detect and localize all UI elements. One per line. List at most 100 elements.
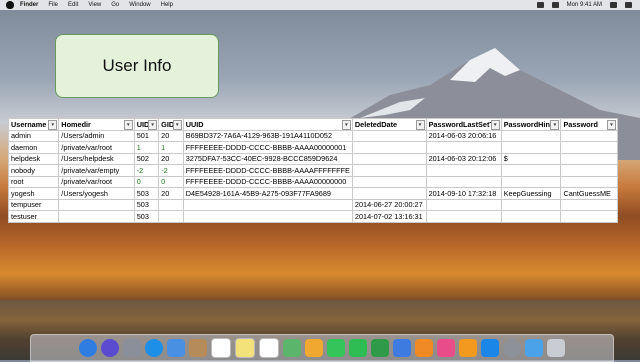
- apple-menu-icon[interactable]: [6, 1, 14, 9]
- column-header[interactable]: UUID ▾: [182, 118, 353, 131]
- table-cell[interactable]: [560, 129, 618, 142]
- table-cell[interactable]: 503: [133, 198, 160, 211]
- table-cell[interactable]: [158, 198, 184, 211]
- table-cell[interactable]: [560, 175, 618, 188]
- menu-help[interactable]: Help: [161, 2, 173, 8]
- table-cell[interactable]: testuser: [7, 210, 60, 223]
- table-cell[interactable]: [500, 141, 562, 154]
- table-cell[interactable]: [560, 164, 618, 177]
- table-cell[interactable]: 0: [158, 175, 184, 188]
- siri-icon[interactable]: [101, 339, 119, 357]
- filter-dropdown-icon[interactable]: ▾: [148, 120, 158, 130]
- table-cell[interactable]: root: [7, 175, 60, 188]
- trash-icon[interactable]: [547, 339, 565, 357]
- table-cell[interactable]: 3275DFA7-53CC-40EC-9928-BCCC859D9624: [182, 152, 353, 165]
- table-cell[interactable]: admin: [7, 129, 60, 142]
- table-cell[interactable]: [351, 164, 427, 177]
- table-cell[interactable]: [351, 129, 427, 142]
- table-cell[interactable]: /private/var/root: [58, 141, 135, 154]
- table-cell[interactable]: [182, 210, 353, 223]
- reminders-icon[interactable]: [259, 338, 279, 358]
- table-cell[interactable]: [500, 210, 562, 223]
- table-cell[interactable]: [560, 141, 618, 154]
- table-cell[interactable]: 502: [133, 152, 160, 165]
- table-cell[interactable]: [500, 198, 562, 211]
- filter-dropdown-icon[interactable]: ▾: [415, 120, 425, 130]
- column-header[interactable]: Homedir ▾: [58, 118, 135, 131]
- column-header[interactable]: Password ▾: [560, 118, 618, 131]
- table-cell[interactable]: [560, 210, 618, 223]
- maps-icon[interactable]: [283, 339, 301, 357]
- messages-icon[interactable]: [327, 339, 345, 357]
- table-cell[interactable]: 2014-06-03 20:06:16: [425, 129, 502, 142]
- menu-go[interactable]: Go: [111, 2, 119, 8]
- table-cell[interactable]: /Users/yogesh: [58, 187, 135, 200]
- table-cell[interactable]: [560, 152, 618, 165]
- table-cell[interactable]: /Users/helpdesk: [58, 152, 135, 165]
- table-cell[interactable]: 20: [158, 129, 184, 142]
- filter-dropdown-icon[interactable]: ▾: [550, 120, 560, 130]
- table-cell[interactable]: [182, 198, 353, 211]
- finder-icon[interactable]: [79, 339, 97, 357]
- table-cell[interactable]: yogesh: [7, 187, 60, 200]
- table-cell[interactable]: 0: [133, 175, 160, 188]
- table-cell[interactable]: tempuser: [7, 198, 60, 211]
- notes-icon[interactable]: [235, 338, 255, 358]
- table-cell[interactable]: [500, 129, 562, 142]
- menu-view[interactable]: View: [88, 2, 101, 8]
- table-cell[interactable]: D4E54928-161A-45B9-A275-093F77FA9689: [182, 187, 353, 200]
- menu-file[interactable]: File: [48, 2, 58, 8]
- battery-icon[interactable]: [551, 2, 559, 8]
- filter-dropdown-icon[interactable]: ▾: [48, 120, 58, 130]
- contacts-icon[interactable]: [189, 339, 207, 357]
- table-cell[interactable]: 1: [158, 141, 184, 154]
- table-cell[interactable]: helpdesk: [7, 152, 60, 165]
- safari-icon[interactable]: [145, 339, 163, 357]
- filter-dropdown-icon[interactable]: ▾: [607, 120, 616, 130]
- table-cell[interactable]: [351, 141, 427, 154]
- table-cell[interactable]: 20: [158, 187, 184, 200]
- table-cell[interactable]: [58, 198, 135, 211]
- table-cell[interactable]: nobody: [7, 164, 60, 177]
- filter-dropdown-icon[interactable]: ▾: [123, 120, 133, 130]
- table-cell[interactable]: [560, 198, 618, 211]
- filter-dropdown-icon[interactable]: ▾: [490, 120, 500, 130]
- table-cell[interactable]: [425, 210, 502, 223]
- table-cell[interactable]: FFFFEEEE-DDDD-CCCC-BBBB-AAAAFFFFFFFE: [182, 164, 353, 177]
- calendar-icon[interactable]: [211, 338, 231, 358]
- pages-icon[interactable]: [415, 339, 433, 357]
- clock[interactable]: Mon 9:41 AM: [567, 2, 602, 8]
- table-cell[interactable]: CantGuessME: [560, 187, 618, 200]
- table-cell[interactable]: /Users/admin: [58, 129, 135, 142]
- table-cell[interactable]: [425, 164, 502, 177]
- table-cell[interactable]: 2014-06-27 20:00:27: [351, 198, 427, 211]
- column-header[interactable]: DeletedDate ▾: [351, 118, 427, 131]
- table-cell[interactable]: /private/var/root: [58, 175, 135, 188]
- launchpad-icon[interactable]: [123, 339, 141, 357]
- photos-icon[interactable]: [305, 339, 323, 357]
- table-cell[interactable]: [158, 210, 184, 223]
- column-header[interactable]: UID ▾: [133, 118, 160, 131]
- table-cell[interactable]: [425, 198, 502, 211]
- filter-dropdown-icon[interactable]: ▾: [341, 120, 351, 130]
- table-cell[interactable]: FFFFEEEE-DDDD-CCCC-BBBB-AAAA00000001: [182, 141, 353, 154]
- menu-window[interactable]: Window: [129, 2, 150, 8]
- table-cell[interactable]: -2: [133, 164, 160, 177]
- table-cell[interactable]: 501: [133, 129, 160, 142]
- keynote-icon[interactable]: [393, 339, 411, 357]
- table-cell[interactable]: [351, 187, 427, 200]
- table-cell[interactable]: KeepGuessing: [500, 187, 562, 200]
- column-header[interactable]: PasswordHint ▾: [500, 118, 562, 131]
- column-header[interactable]: PasswordLastSetT ▾: [425, 118, 502, 131]
- wifi-icon[interactable]: [536, 2, 544, 8]
- column-header[interactable]: GID ▾: [158, 118, 184, 131]
- table-cell[interactable]: daemon: [7, 141, 60, 154]
- itunes-icon[interactable]: [437, 339, 455, 357]
- downloads-folder-icon[interactable]: [525, 339, 543, 357]
- spotlight-icon[interactable]: [610, 2, 617, 8]
- table-cell[interactable]: 1: [133, 141, 160, 154]
- appstore-icon[interactable]: [481, 339, 499, 357]
- mail-icon[interactable]: [167, 339, 185, 357]
- table-cell[interactable]: 2014-09-10 17:32:18: [425, 187, 502, 200]
- table-cell[interactable]: 503: [133, 187, 160, 200]
